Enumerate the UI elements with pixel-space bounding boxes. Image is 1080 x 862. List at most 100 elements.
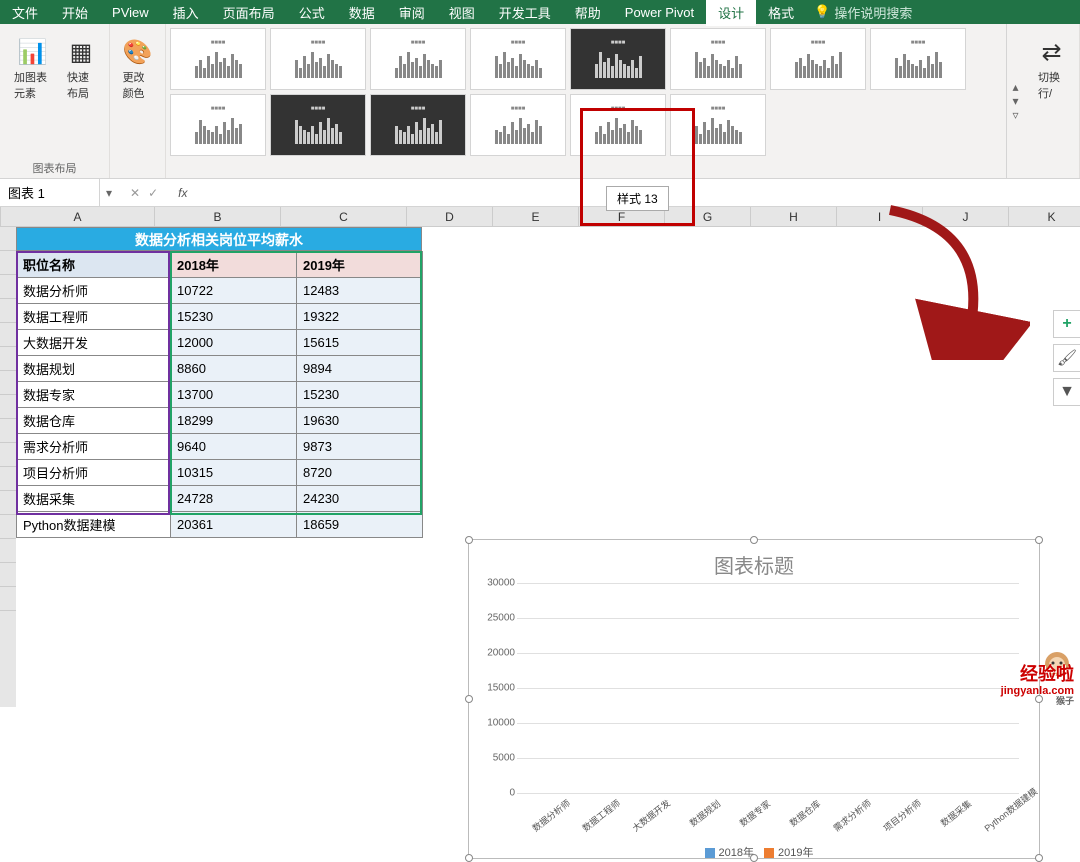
annotation-arrow-icon (870, 200, 1030, 360)
table-row[interactable]: 数据规划88609894 (17, 356, 423, 382)
name-box[interactable]: 图表 1 (0, 179, 100, 206)
tab-插入[interactable]: 插入 (161, 0, 211, 26)
chart-style-thumb[interactable]: ■■■■ (270, 28, 366, 90)
row-header[interactable] (0, 347, 16, 371)
col-header[interactable]: G (665, 207, 751, 226)
table-header[interactable]: 2018年 (171, 252, 297, 278)
quick-layout-label: 快速布局 (67, 69, 95, 101)
row-header[interactable] (0, 515, 16, 539)
tab-帮助[interactable]: 帮助 (563, 0, 613, 26)
table-row[interactable]: 需求分析师96409873 (17, 434, 423, 460)
table-row[interactable]: 数据专家1370015230 (17, 382, 423, 408)
chart-style-thumb[interactable]: ■■■■ (670, 94, 766, 156)
row-header[interactable] (0, 323, 16, 347)
fx-label: fx (170, 186, 195, 200)
style-tooltip: 样式 13 (606, 186, 669, 211)
data-table[interactable]: 职位名称2018年2019年 数据分析师1072212483数据工程师15230… (16, 251, 423, 538)
gallery-up-icon[interactable]: ▴ (1007, 80, 1024, 94)
chart-style-thumb[interactable]: ■■■■ (870, 28, 966, 90)
gallery-scroll[interactable]: ▴ ▾ ▿ (1006, 24, 1024, 178)
chart-style-thumb[interactable]: ■■■■ (270, 94, 366, 156)
col-header[interactable]: B (155, 207, 281, 226)
row-header[interactable] (0, 395, 16, 419)
chart-styles-button[interactable]: 🖌 (1053, 344, 1080, 372)
col-header[interactable]: D (407, 207, 493, 226)
col-header[interactable]: C (281, 207, 407, 226)
chart-style-thumb[interactable]: ■■■■ (370, 28, 466, 90)
x-tick-label: 项目分析师 (881, 797, 924, 834)
tab-数据[interactable]: 数据 (337, 0, 387, 26)
chart-bars[interactable] (517, 583, 1019, 793)
table-row[interactable]: 数据仓库1829919630 (17, 408, 423, 434)
chart-style-thumb[interactable]: ■■■■ (670, 28, 766, 90)
tab-开发工具[interactable]: 开发工具 (487, 0, 563, 26)
ribbon-content: 📊 加图表 元素 ▦ 快速布局 图表布局 🎨 更改 颜色 ■■■■■■■■■■■… (0, 24, 1080, 179)
chart-style-thumb[interactable]: ■■■■ (570, 28, 666, 90)
row-header[interactable] (0, 275, 16, 299)
col-header[interactable]: H (751, 207, 837, 226)
tab-开始[interactable]: 开始 (50, 0, 100, 26)
bulb-icon: 💡 (814, 4, 830, 20)
table-row[interactable]: Python数据建模2036118659 (17, 512, 423, 538)
add-chart-element-button[interactable]: 📊 加图表 元素 (8, 34, 57, 105)
row-header[interactable] (0, 299, 16, 323)
chart-style-thumb[interactable]: ■■■■ (770, 28, 866, 90)
tell-me-search[interactable]: 💡操作说明搜索 (806, 3, 920, 22)
x-tick-label: 需求分析师 (831, 797, 874, 834)
chart-style-thumb[interactable]: ■■■■ (570, 94, 666, 156)
chart-style-thumb[interactable]: ■■■■ (170, 28, 266, 90)
enter-icon[interactable]: ✓ (148, 186, 158, 200)
group-label-layout: 图表布局 (33, 160, 77, 176)
chart-elements-button[interactable]: + (1053, 310, 1080, 338)
change-colors-button[interactable]: 🎨 更改 颜色 (117, 34, 159, 105)
gallery-down-icon[interactable]: ▾ (1007, 94, 1024, 108)
table-title-cell[interactable]: 数据分析相关岗位平均薪水 (16, 227, 422, 251)
chart-style-thumb[interactable]: ■■■■ (470, 28, 566, 90)
row-header[interactable] (0, 563, 16, 587)
table-row[interactable]: 数据工程师1523019322 (17, 304, 423, 330)
tab-页面布局[interactable]: 页面布局 (211, 0, 287, 26)
col-header[interactable]: A (1, 207, 155, 226)
chart-filters-button[interactable]: ▼ (1053, 378, 1080, 406)
chart-style-thumb[interactable]: ■■■■ (470, 94, 566, 156)
gallery-more-icon[interactable]: ▿ (1007, 108, 1024, 122)
row-header[interactable] (0, 227, 16, 251)
tab-公式[interactable]: 公式 (287, 0, 337, 26)
row-header[interactable] (0, 491, 16, 515)
ribbon-tabs: 文件开始PView插入页面布局公式数据审阅视图开发工具帮助Power Pivot… (0, 0, 1080, 24)
table-row[interactable]: 数据采集2472824230 (17, 486, 423, 512)
tab-设计[interactable]: 设计 (706, 0, 756, 26)
tab-格式[interactable]: 格式 (756, 0, 806, 26)
cancel-icon[interactable]: ✕ (130, 186, 140, 200)
table-header[interactable]: 2019年 (297, 252, 423, 278)
col-header[interactable]: E (493, 207, 579, 226)
chart-style-thumb[interactable]: ■■■■ (170, 94, 266, 156)
row-header[interactable] (0, 587, 16, 611)
name-box-dropdown-icon[interactable]: ▾ (100, 186, 118, 200)
chart-style-thumb[interactable]: ■■■■ (370, 94, 466, 156)
table-row[interactable]: 大数据开发1200015615 (17, 330, 423, 356)
tab-审阅[interactable]: 审阅 (387, 0, 437, 26)
row-header[interactable] (0, 443, 16, 467)
row-header[interactable] (0, 467, 16, 491)
table-row[interactable]: 项目分析师103158720 (17, 460, 423, 486)
switch-row-col-button[interactable]: ⇄ 切换行/ (1032, 34, 1071, 105)
switch-icon: ⇄ (1041, 38, 1061, 67)
chart-title[interactable]: 图表标题 (469, 540, 1039, 583)
tab-Power Pivot[interactable]: Power Pivot (613, 1, 706, 24)
watermark: 经验啦 jingyanla.com 猴子 (1001, 665, 1074, 707)
table-header[interactable]: 职位名称 (17, 252, 171, 278)
row-header[interactable] (0, 419, 16, 443)
row-header[interactable] (0, 539, 16, 563)
chart-object[interactable]: 图表标题 050001000015000200002500030000 数据分析… (468, 539, 1040, 859)
quick-layout-button[interactable]: ▦ 快速布局 (61, 34, 101, 105)
x-tick-label: 数据工程师 (580, 797, 623, 834)
tab-PView[interactable]: PView (100, 1, 161, 24)
chart-styles-gallery[interactable]: ■■■■■■■■■■■■■■■■■■■■■■■■■■■■■■■■■■■■■■■■… (166, 24, 1006, 178)
chart-plot-area[interactable]: 050001000015000200002500030000 (517, 583, 1019, 793)
row-header[interactable] (0, 371, 16, 395)
table-row[interactable]: 数据分析师1072212483 (17, 278, 423, 304)
tab-文件[interactable]: 文件 (0, 0, 50, 26)
row-header[interactable] (0, 251, 16, 275)
tab-视图[interactable]: 视图 (437, 0, 487, 26)
